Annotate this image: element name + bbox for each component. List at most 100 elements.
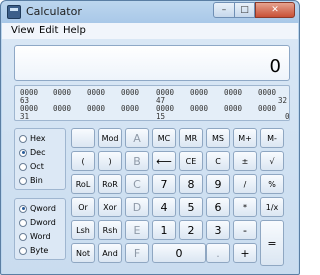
digit-9-button[interactable]: 9 xyxy=(206,174,230,194)
clear-button[interactable]: C xyxy=(206,151,230,171)
radio-label: Dword xyxy=(30,218,56,227)
left-shift-button[interactable]: Lsh xyxy=(71,220,95,240)
negate-button[interactable]: ± xyxy=(233,151,257,171)
radio-label: Oct xyxy=(30,162,44,171)
reciprocal-button[interactable]: 1/x xyxy=(260,197,284,217)
and-button[interactable]: And xyxy=(98,243,122,263)
radio-qword[interactable]: Qword xyxy=(19,204,56,213)
radio-dword[interactable]: Dword xyxy=(19,218,56,227)
bit-position-label: 32 xyxy=(278,96,288,105)
bit-display: 0000 0000 0000 0000 0000 0000 0000 0000 … xyxy=(14,85,290,121)
radio-word[interactable]: Word xyxy=(19,232,51,241)
bit-group[interactable]: 0000 xyxy=(53,104,71,113)
radio-dot-selected xyxy=(19,148,27,157)
word-size-group: Qword Dword Word Byte xyxy=(14,198,66,260)
radio-dot xyxy=(19,232,27,241)
digit-0-button[interactable]: 0 xyxy=(152,243,206,263)
bit-group[interactable]: 0000 xyxy=(87,88,105,97)
clear-entry-button[interactable]: CE xyxy=(179,151,203,171)
bit-group[interactable]: 0000 xyxy=(190,88,208,97)
calculator-window: Calculator – □ ✕ View Edit Help 0 0000 0… xyxy=(0,0,300,275)
equals-button[interactable]: = xyxy=(260,220,284,266)
digit-8-button[interactable]: 8 xyxy=(179,174,203,194)
hex-d-button[interactable]: D xyxy=(125,197,149,217)
xor-button[interactable]: Xor xyxy=(98,197,122,217)
memory-store-button[interactable]: MS xyxy=(206,128,230,148)
percent-button[interactable]: % xyxy=(260,174,284,194)
rotate-left-button[interactable]: RoL xyxy=(71,174,95,194)
memory-subtract-button[interactable]: M- xyxy=(260,128,284,148)
bit-group[interactable]: 0000 xyxy=(224,104,242,113)
add-button[interactable]: + xyxy=(233,243,257,263)
digit-7-button[interactable]: 7 xyxy=(152,174,176,194)
bit-position-label: 0 xyxy=(285,112,290,121)
memory-recall-button[interactable]: MR xyxy=(179,128,203,148)
calculator-icon xyxy=(7,5,21,19)
radio-label: Word xyxy=(30,232,51,241)
radio-bin[interactable]: Bin xyxy=(19,176,43,185)
radio-label: Dec xyxy=(30,148,46,157)
bit-group[interactable]: 0000 xyxy=(121,88,139,97)
radio-dot xyxy=(19,176,27,185)
bit-position-label: 15 xyxy=(156,112,166,121)
digit-5-button[interactable]: 5 xyxy=(179,197,203,217)
memory-add-button[interactable]: M+ xyxy=(233,128,257,148)
radix-group: Hex Dec Oct Bin xyxy=(14,128,66,190)
menu-help[interactable]: Help xyxy=(63,25,86,36)
or-button[interactable]: Or xyxy=(71,197,95,217)
hex-a-button[interactable]: A xyxy=(125,128,149,148)
decimal-button[interactable]: . xyxy=(206,243,230,263)
radio-label: Bin xyxy=(30,176,43,185)
result-display: 0 xyxy=(14,45,290,81)
minimize-button[interactable]: – xyxy=(213,2,235,18)
hex-b-button[interactable]: B xyxy=(125,151,149,171)
digit-2-button[interactable]: 2 xyxy=(179,220,203,240)
radio-dot xyxy=(19,162,27,171)
bit-group[interactable]: 0000 xyxy=(224,88,242,97)
radio-label: Hex xyxy=(30,134,46,143)
memory-clear-button[interactable]: MC xyxy=(152,128,176,148)
digit-1-button[interactable]: 1 xyxy=(152,220,176,240)
radio-hex[interactable]: Hex xyxy=(19,134,46,143)
calculator-body: 0 0000 0000 0000 0000 0000 0000 0000 000… xyxy=(2,39,298,274)
right-shift-button[interactable]: Rsh xyxy=(98,220,122,240)
radio-dot xyxy=(19,246,27,255)
rotate-right-button[interactable]: RoR xyxy=(98,174,122,194)
hex-f-button[interactable]: F xyxy=(125,243,149,263)
maximize-button[interactable]: □ xyxy=(235,2,255,18)
hex-e-button[interactable]: E xyxy=(125,220,149,240)
close-paren-button[interactable]: ) xyxy=(98,151,122,171)
digit-3-button[interactable]: 3 xyxy=(206,220,230,240)
subtract-button[interactable]: - xyxy=(233,220,257,240)
bit-group[interactable]: 0000 xyxy=(53,88,71,97)
close-button[interactable]: ✕ xyxy=(255,2,295,18)
blank-key[interactable] xyxy=(71,128,95,148)
menu-view[interactable]: View xyxy=(11,25,35,36)
display-value: 0 xyxy=(269,56,281,77)
digit-4-button[interactable]: 4 xyxy=(152,197,176,217)
open-paren-button[interactable]: ( xyxy=(71,151,95,171)
mod-button[interactable]: Mod xyxy=(98,128,122,148)
bit-group[interactable]: 0000 xyxy=(87,104,105,113)
menu-bar: View Edit Help xyxy=(2,23,298,39)
menu-edit[interactable]: Edit xyxy=(39,25,58,36)
bit-group[interactable]: 0000 xyxy=(190,104,208,113)
multiply-button[interactable]: * xyxy=(233,197,257,217)
bit-group[interactable]: 0000 xyxy=(121,104,139,113)
radio-label: Qword xyxy=(30,204,56,213)
title-bar[interactable]: Calculator – □ ✕ xyxy=(1,1,299,23)
radio-oct[interactable]: Oct xyxy=(19,162,44,171)
sqrt-button[interactable]: √ xyxy=(260,151,284,171)
radio-byte[interactable]: Byte xyxy=(19,246,48,255)
digit-6-button[interactable]: 6 xyxy=(206,197,230,217)
divide-button[interactable]: / xyxy=(233,174,257,194)
radio-label: Byte xyxy=(30,246,49,255)
radio-dot xyxy=(19,218,27,227)
bit-group[interactable]: 0000 xyxy=(258,104,276,113)
hex-c-button[interactable]: C xyxy=(125,174,149,194)
backspace-button[interactable]: ⟵ xyxy=(152,151,176,171)
not-button[interactable]: Not xyxy=(71,243,95,263)
bit-position-label: 31 xyxy=(20,112,30,121)
bit-group[interactable]: 0000 xyxy=(258,88,276,97)
radio-dec[interactable]: Dec xyxy=(19,148,45,157)
